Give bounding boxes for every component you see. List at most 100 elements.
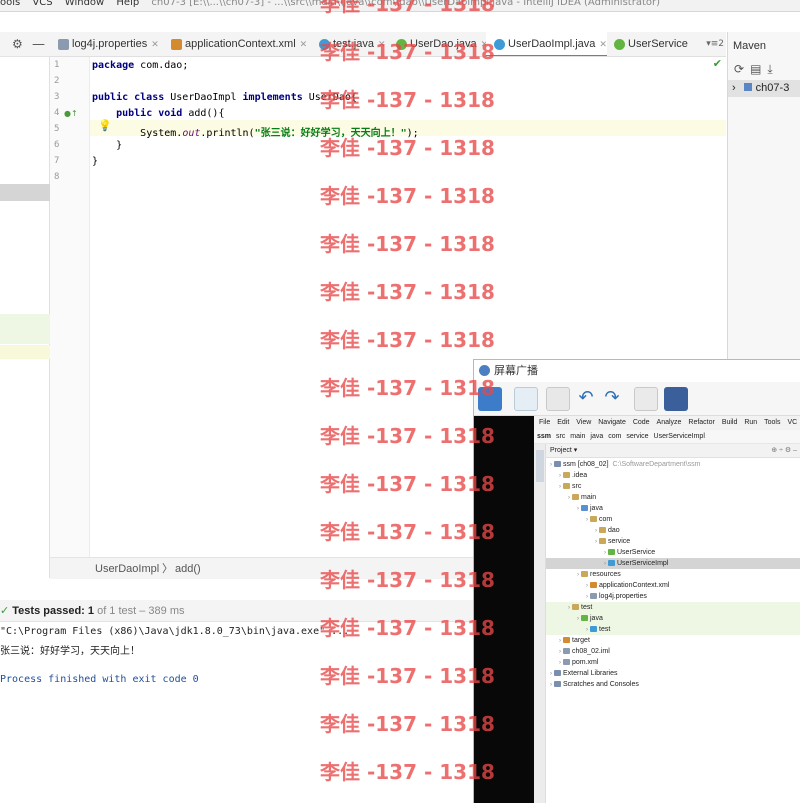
undo-icon[interactable]: ↶ [574, 387, 598, 411]
chevron-icon[interactable]: › [586, 583, 588, 589]
crumb-item[interactable]: UserServiceImpl [654, 433, 705, 440]
chevron-icon[interactable]: › [568, 605, 570, 611]
tree-item[interactable]: › test [546, 624, 800, 635]
chevron-icon[interactable]: › [595, 528, 597, 534]
chevron-icon[interactable]: › [604, 561, 606, 567]
chevron-icon[interactable]: › [595, 539, 597, 545]
selected-tree-row[interactable] [0, 184, 50, 201]
menu-file[interactable]: File [539, 419, 550, 426]
close-icon[interactable]: ✕ [151, 39, 159, 49]
record-icon[interactable] [634, 387, 658, 411]
menu-build[interactable]: Build [722, 419, 738, 426]
close-icon[interactable]: ✕ [378, 39, 386, 49]
tree-item[interactable]: › UserServiceImpl [546, 558, 800, 569]
pointer-tool-icon[interactable] [478, 387, 502, 411]
chevron-icon[interactable]: › [586, 627, 588, 633]
test-tree-row-highlight[interactable] [0, 345, 50, 359]
tree-item[interactable]: › Scratches and Consoles [546, 679, 800, 690]
tab-userservice[interactable]: UserService [606, 32, 688, 56]
menu-analyze[interactable]: Analyze [657, 419, 682, 426]
tree-item[interactable]: › resources [546, 569, 800, 580]
tree-item[interactable]: › .idea [546, 470, 800, 481]
menu-code[interactable]: Code [633, 419, 650, 426]
tree-item[interactable]: › src [546, 481, 800, 492]
tree-item[interactable]: › dao [546, 525, 800, 536]
chevron-icon[interactable]: › [586, 517, 588, 523]
tree-item[interactable]: › applicationContext.xml [546, 580, 800, 591]
console-exit-line: Process finished with exit code 0 [0, 674, 199, 685]
tree-item[interactable]: › java [546, 613, 800, 624]
tab-application-context[interactable]: applicationContext.xml ✕ [163, 32, 308, 56]
menu-refactor[interactable]: Refactor [688, 419, 714, 426]
generate-sources-icon[interactable]: ▤ [750, 62, 767, 76]
tab-userdaoimpl-java[interactable]: UserDaoImpl.java ✕ [486, 32, 607, 56]
tab-log4j-properties[interactable]: log4j.properties ✕ [50, 32, 159, 56]
tree-item[interactable]: › com [546, 514, 800, 525]
chevron-icon[interactable]: › [577, 572, 579, 578]
chevron-icon[interactable]: › [559, 638, 561, 644]
crumb-item[interactable]: main [570, 433, 585, 440]
chevron-icon[interactable]: › [559, 473, 561, 479]
gear-icon[interactable]: ⚙ [12, 37, 23, 51]
hide-panel-icon[interactable]: — [32, 37, 45, 52]
menu-window[interactable]: Window [65, 0, 104, 8]
chevron-icon[interactable]: › [550, 671, 552, 677]
tree-item[interactable]: › ch08_02.iml [546, 646, 800, 657]
menu-help[interactable]: Help [116, 0, 139, 8]
tree-node-icon [581, 505, 588, 511]
chevron-icon[interactable]: › [559, 649, 561, 655]
menu-vcs[interactable]: VCS [32, 0, 52, 8]
chevron-icon[interactable]: › [586, 594, 588, 600]
chevron-icon[interactable]: › [577, 506, 579, 512]
project-tool-tab[interactable] [536, 450, 544, 482]
menu-navigate[interactable]: Navigate [598, 419, 626, 426]
tree-item[interactable]: › target [546, 635, 800, 646]
chevron-icon[interactable]: › [577, 616, 579, 622]
project-header-icons[interactable]: ⊕ ÷ ⚙ – [771, 444, 797, 458]
crumb-item[interactable]: com [608, 433, 621, 440]
tree-item[interactable]: › service [546, 536, 800, 547]
maven-project-row[interactable]: › ch07-3 [728, 80, 800, 97]
chevron-icon[interactable]: › [550, 682, 552, 688]
chevron-right-icon[interactable]: › [732, 82, 736, 94]
test-tree-row[interactable] [0, 314, 50, 344]
download-icon[interactable]: ⤓ [767, 62, 778, 76]
crumb-item[interactable]: java [590, 433, 603, 440]
tree-item[interactable]: › test [546, 602, 800, 613]
redo-icon[interactable]: ↷ [600, 387, 624, 411]
tree-item[interactable]: › ssm [ch08_02] C:\SoftwareDepartment\ssm [546, 459, 800, 470]
crumb-item[interactable]: ssm [537, 433, 551, 440]
tree-item[interactable]: › log4j.properties [546, 591, 800, 602]
menu-tools[interactable]: Tools [764, 419, 780, 426]
chevron-icon[interactable]: › [604, 550, 606, 556]
tab-test-java[interactable]: test.java ✕ [311, 32, 386, 56]
tree-item[interactable]: › pom.xml [546, 657, 800, 668]
tree-item[interactable]: › java [546, 503, 800, 514]
breadcrumb-class[interactable]: UserDaoImpl [95, 558, 159, 580]
menu-run[interactable]: Run [744, 419, 757, 426]
user-icon [479, 365, 490, 376]
screen-broadcast-window[interactable]: 屏幕广播 ↶ ↷ File Edit View Navigate Code An… [473, 359, 800, 803]
menu-edit[interactable]: Edit [557, 419, 569, 426]
chevron-icon[interactable]: › [550, 462, 552, 468]
chevron-icon[interactable]: › [559, 484, 561, 490]
crumb-item[interactable]: src [556, 433, 565, 440]
menu-view[interactable]: View [576, 419, 591, 426]
tab-userdao-java[interactable]: UserDao.java ✕ [388, 32, 488, 56]
screen-tool-icon[interactable] [546, 387, 570, 411]
zoom-tool-icon[interactable] [514, 387, 538, 411]
chevron-icon[interactable]: › [559, 660, 561, 666]
close-icon[interactable]: ✕ [300, 39, 308, 49]
chevron-icon[interactable]: › [568, 495, 570, 501]
tree-item[interactable]: › main [546, 492, 800, 503]
tree-item[interactable]: › UserService [546, 547, 800, 558]
monitor-icon[interactable] [664, 387, 688, 411]
breadcrumb-method[interactable]: add() [175, 558, 201, 580]
tree-item[interactable]: › External Libraries [546, 668, 800, 679]
implements-method-icon[interactable]: ●↑ [64, 109, 78, 118]
menu-vcs[interactable]: VC [787, 419, 797, 426]
refresh-icon[interactable]: ⟳ [734, 62, 750, 76]
more-tabs-icon[interactable]: ▾≡2 [706, 39, 724, 49]
crumb-item[interactable]: service [626, 433, 648, 440]
menu-tools[interactable]: ools [0, 0, 20, 8]
